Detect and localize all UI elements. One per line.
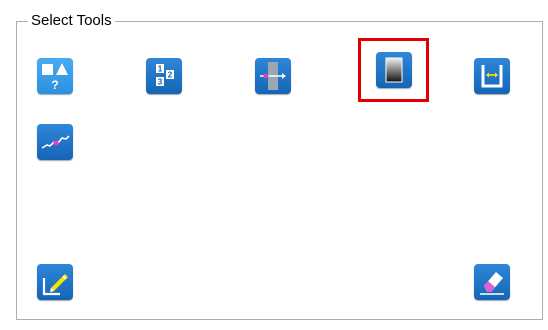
select-tools-title: Select Tools — [28, 12, 115, 30]
edit-tool-button[interactable] — [37, 264, 73, 300]
profile-line-icon — [41, 135, 70, 149]
u-bracket-arrow-icon — [481, 65, 503, 88]
width-measure-tool-button[interactable] — [255, 58, 291, 94]
svg-text:?: ? — [51, 78, 58, 92]
eraser-icon — [480, 272, 504, 295]
svg-text:3: 3 — [158, 78, 163, 87]
svg-text:1: 1 — [158, 65, 163, 74]
svg-text:2: 2 — [168, 71, 173, 80]
pencil-edit-icon — [42, 274, 68, 296]
shapes-question-icon: ? — [42, 63, 68, 92]
profile-line-tool-button[interactable] — [37, 124, 73, 160]
shape-detection-tool-button[interactable]: ? — [37, 58, 73, 94]
horizontal-arrow-bar-icon — [260, 62, 286, 90]
numbered-squares-icon: 1 3 2 — [156, 64, 174, 87]
inner-width-tool-button[interactable] — [474, 58, 510, 94]
numbering-tool-button[interactable]: 1 3 2 — [146, 58, 182, 94]
erase-tool-button[interactable] — [474, 264, 510, 300]
selected-tool-highlight — [358, 38, 429, 102]
